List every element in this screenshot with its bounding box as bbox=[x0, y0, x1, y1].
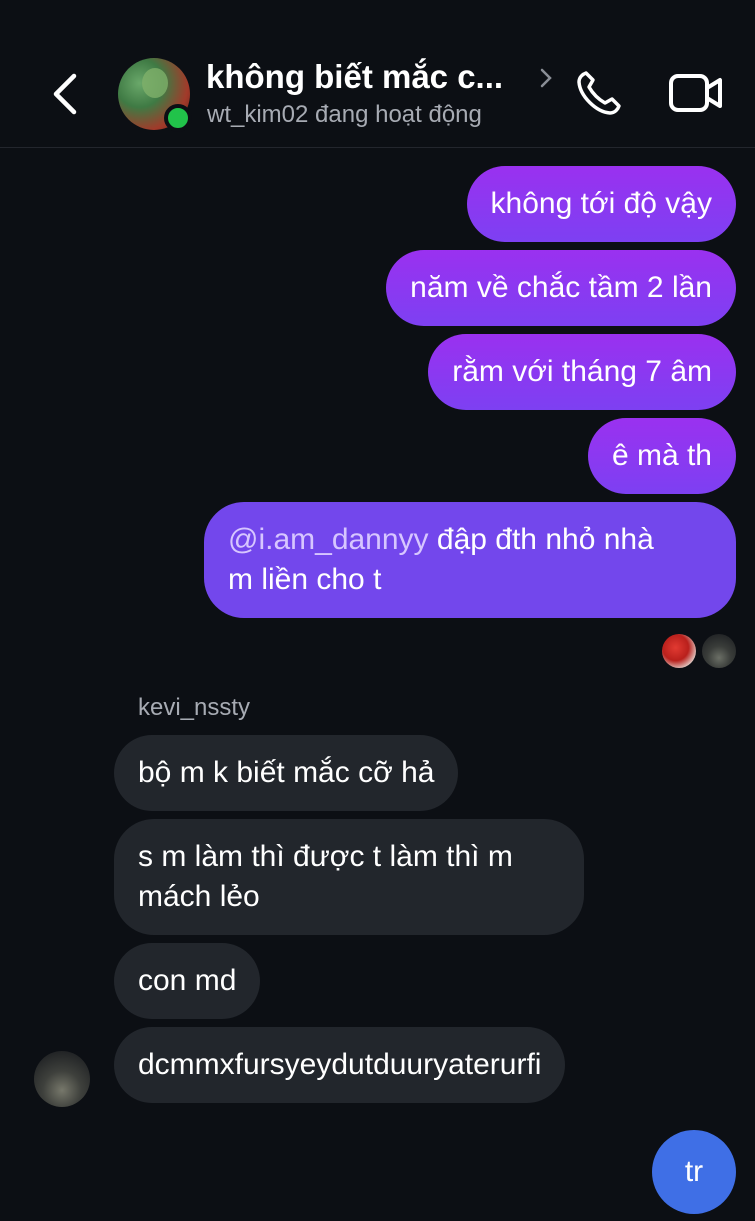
video-camera-icon[interactable] bbox=[668, 70, 724, 116]
sent-message[interactable]: ê mà th bbox=[587, 418, 736, 494]
back-icon[interactable] bbox=[48, 70, 84, 118]
received-message[interactable]: con md bbox=[114, 943, 261, 1019]
message-text: ê mà th bbox=[611, 439, 712, 472]
active-status: wt_kim02 đang hoạt động bbox=[207, 101, 482, 128]
received-message[interactable]: s m làm thì được t làm thì m mách lẻo bbox=[114, 819, 584, 935]
message-text: con md bbox=[138, 964, 237, 997]
received-message[interactable]: bộ m k biết mắc cỡ hả bbox=[114, 735, 459, 811]
message-text: s m làm thì được t làm thì m bbox=[138, 840, 513, 873]
sent-message[interactable]: không tới độ vậy bbox=[466, 166, 736, 242]
message-text: rằm với tháng 7 âm bbox=[452, 355, 712, 388]
sent-message[interactable]: rằm với tháng 7 âm bbox=[428, 334, 736, 410]
received-message[interactable]: dcmmxfursyeydutduuryaterurfi bbox=[114, 1027, 566, 1103]
chat-title[interactable]: không biết mắc c... bbox=[206, 58, 503, 96]
sender-avatar[interactable] bbox=[34, 1051, 90, 1107]
sent-message[interactable]: @i.am_dannyy đập đth nhỏ nhà m liền cho … bbox=[204, 502, 736, 618]
message-text: bộ m k biết mắc cỡ hả bbox=[138, 756, 435, 789]
sender-name: kevi_nssty bbox=[138, 694, 251, 721]
message-text: không tới độ vậy bbox=[490, 187, 712, 220]
seen-avatar bbox=[662, 634, 696, 668]
message-text: dcmmxfursyeydutduuryaterurfi bbox=[138, 1048, 542, 1081]
message-text: mách lẻo bbox=[138, 880, 260, 913]
message-text: năm về chắc tầm 2 lần bbox=[410, 271, 712, 304]
compose-button[interactable]: tr bbox=[652, 1130, 736, 1214]
online-indicator bbox=[164, 104, 192, 132]
chat-header: không biết mắc c... wt_kim02 đang hoạt đ… bbox=[0, 0, 755, 148]
message-text: m liền cho t bbox=[228, 563, 382, 596]
chat-avatar[interactable] bbox=[118, 58, 192, 132]
phone-icon[interactable] bbox=[574, 68, 624, 118]
user-mention[interactable]: @i.am_dannyy bbox=[228, 523, 429, 556]
chevron-right-icon[interactable] bbox=[538, 66, 554, 90]
seen-avatar bbox=[702, 634, 736, 668]
message-text: đập đth nhỏ nhà bbox=[428, 523, 654, 556]
compose-label: tr bbox=[684, 1155, 704, 1188]
sent-message[interactable]: năm về chắc tầm 2 lần bbox=[386, 250, 736, 326]
